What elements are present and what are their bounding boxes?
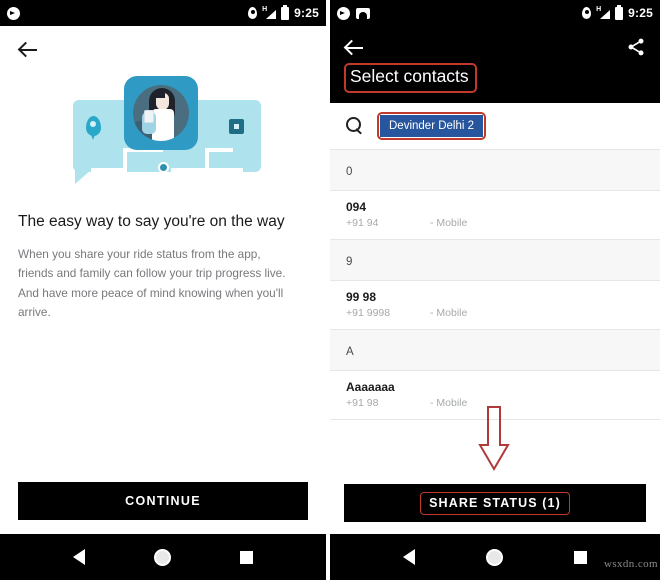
list-item[interactable]: 094 +91 94 - Mobile [330, 190, 660, 239]
dual-phone-screenshot: H 9:25 The easy way to say you're on the… [0, 0, 660, 580]
back-arrow-icon[interactable] [344, 36, 366, 58]
left-phone-screen: H 9:25 The easy way to say you're on the… [0, 0, 330, 580]
avatar-phone-icon [143, 110, 154, 123]
selected-contact-chip[interactable]: Devinder Delhi 2 [380, 114, 484, 137]
right-status-bar: H 9:25 [330, 0, 660, 26]
signal-icon: H [596, 6, 611, 20]
continue-button[interactable]: CONTINUE [18, 482, 308, 520]
right-navigation-bar [330, 534, 660, 580]
app-bar-top-row [344, 34, 646, 60]
signal-bars-icon [266, 9, 277, 19]
list-item[interactable]: 99 98 +91 9998 - Mobile [330, 280, 660, 329]
list-section-header: 9 [330, 238, 660, 281]
nav-recents-icon[interactable] [573, 550, 587, 564]
right-phone-screen: H 9:25 Select contacts Devinder Delhi 2 … [330, 0, 660, 580]
back-arrow-icon[interactable] [18, 38, 40, 60]
onboarding-body: The easy way to say you're on the way Wh… [0, 26, 326, 534]
signal-bars-icon [600, 9, 611, 19]
contact-subtitle: +91 98 - Mobile [346, 397, 644, 409]
nav-back-icon[interactable] [403, 549, 416, 565]
battery-icon [281, 4, 290, 20]
avatar-card [123, 76, 198, 150]
photo-icon [356, 7, 370, 19]
app-bar-title-row: Select contacts [344, 63, 646, 93]
left-status-bar: H 9:25 [0, 0, 326, 26]
list-section-header: 0 [330, 148, 660, 191]
cta-container: CONTINUE [0, 482, 326, 534]
speech-bubble-tail [74, 170, 91, 184]
location-pin-icon [248, 7, 258, 19]
nav-home-icon[interactable] [153, 548, 171, 566]
page-title: The easy way to say you're on the way [18, 213, 285, 230]
status-left-icons [7, 6, 20, 20]
navigation-app-icon [337, 6, 350, 20]
share-status-label: SHARE STATUS (1) [420, 491, 570, 515]
share-ride-status-illustration [61, 74, 266, 192]
status-clock: 9:25 [628, 6, 653, 20]
navigation-app-icon [7, 6, 20, 20]
status-right-icons: H 9:25 [582, 4, 653, 20]
contact-name: Aaaaaaa [346, 379, 395, 394]
status-right-icons: H 9:25 [248, 4, 319, 20]
contact-name: 094 [346, 199, 367, 214]
signal-icon: H [262, 6, 277, 20]
nav-home-icon[interactable] [485, 548, 503, 566]
contact-number-type: - Mobile [430, 306, 468, 319]
contact-number-type: - Mobile [430, 216, 468, 229]
watermark: wsxdn.com [603, 558, 658, 570]
status-clock: 9:25 [294, 6, 319, 20]
contact-name: 99 98 [346, 289, 377, 304]
contact-number-type: - Mobile [430, 396, 468, 409]
contact-number: +91 9998 [346, 306, 391, 319]
location-pin-icon [582, 7, 592, 19]
back-row [0, 26, 326, 60]
left-navigation-bar [0, 534, 326, 580]
nav-recents-icon[interactable] [240, 550, 254, 564]
avatar-hair-front [153, 89, 165, 98]
list-item[interactable]: Aaaaaaa +91 98 - Mobile [330, 370, 660, 419]
route-segment [90, 168, 127, 172]
list-divider [330, 418, 660, 427]
nav-back-icon[interactable] [72, 549, 85, 565]
contact-search-row[interactable]: Devinder Delhi 2 [330, 102, 660, 149]
app-bar: Select contacts [330, 26, 660, 103]
page-title: Select contacts [344, 63, 477, 93]
route-segment [204, 148, 233, 152]
contact-number: +91 98 [346, 396, 379, 409]
battery-icon [615, 4, 624, 20]
current-position-dot-icon [157, 162, 169, 173]
search-icon [346, 117, 363, 134]
contact-list[interactable]: 0 094 +91 94 - Mobile 9 99 98 +91 9998 -… [330, 148, 660, 476]
avatar-circle [132, 85, 189, 141]
destination-marker-icon [228, 119, 244, 134]
share-status-button[interactable]: SHARE STATUS (1) [344, 484, 646, 522]
selected-contact-annotation: Devinder Delhi 2 [377, 111, 487, 140]
origin-pin-icon [85, 116, 101, 140]
share-icon[interactable] [626, 37, 646, 57]
list-section-header: A [330, 328, 660, 371]
share-button-container: SHARE STATUS (1) [330, 476, 660, 534]
contact-subtitle: +91 94 - Mobile [346, 217, 644, 229]
contact-number: +91 94 [346, 216, 379, 229]
status-left-icons [337, 6, 370, 20]
contact-subtitle: +91 9998 - Mobile [346, 307, 644, 319]
page-description: When you share your ride status from the… [18, 247, 286, 319]
